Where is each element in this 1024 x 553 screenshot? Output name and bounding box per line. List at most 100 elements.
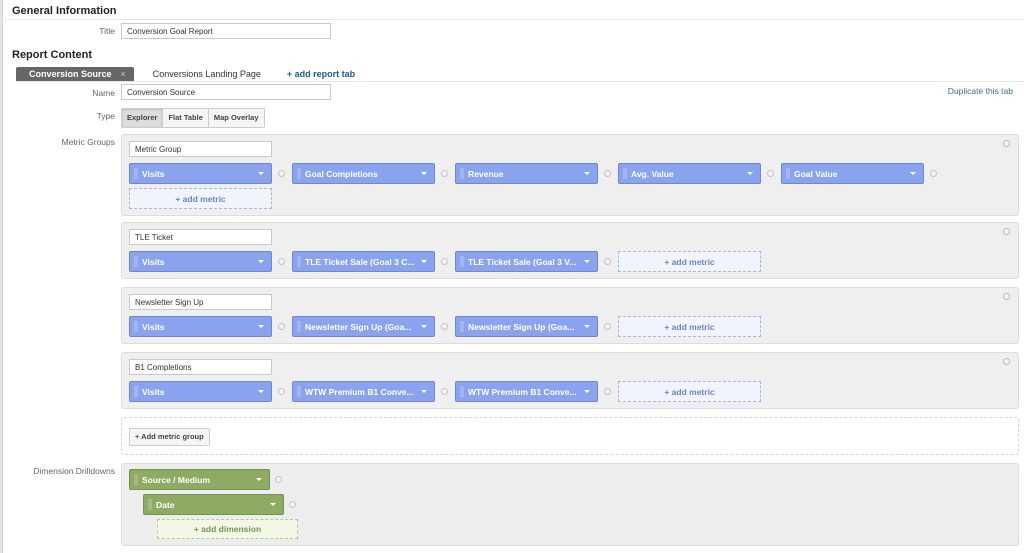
metric-group-name-input[interactable] — [129, 359, 272, 375]
add-dimension-button[interactable]: + add dimension — [157, 519, 298, 539]
remove-metric-icon[interactable] — [278, 388, 285, 395]
remove-metric-icon[interactable] — [767, 170, 774, 177]
remove-metric-icon[interactable] — [441, 170, 448, 177]
remove-metric-icon[interactable] — [930, 170, 937, 177]
remove-group-icon[interactable] — [1003, 140, 1010, 147]
remove-metric-icon[interactable] — [441, 258, 448, 265]
tab-conversions-landing-page[interactable]: Conversions Landing Page — [153, 69, 261, 79]
chevron-down-icon[interactable] — [258, 172, 264, 175]
chevron-down-icon[interactable] — [747, 172, 753, 175]
remove-group-icon[interactable] — [1003, 358, 1010, 365]
type-selector: Explorer Flat Table Map Overlay — [121, 108, 265, 128]
metric-pill[interactable]: WTW Premium B1 Conve... — [455, 381, 598, 402]
drag-handle-icon[interactable] — [460, 386, 464, 397]
metric-pill[interactable]: Goal Completions — [292, 163, 435, 184]
drag-handle-icon[interactable] — [460, 256, 464, 267]
metric-row: Visits Newsletter Sign Up (Goa... Newsle… — [129, 316, 761, 337]
type-label: Type — [96, 111, 115, 121]
remove-metric-icon[interactable] — [604, 323, 611, 330]
metric-group-name-input[interactable] — [129, 229, 272, 245]
metric-pill[interactable]: TLE Ticket Sale (Goal 3 V... — [455, 251, 598, 272]
type-flat-table-button[interactable]: Flat Table — [163, 109, 209, 127]
metric-group-name-input[interactable] — [129, 294, 272, 310]
type-explorer-button[interactable]: Explorer — [122, 109, 164, 127]
dimension-pill[interactable]: Date — [143, 494, 284, 515]
drag-handle-icon[interactable] — [297, 386, 301, 397]
chevron-down-icon[interactable] — [258, 390, 264, 393]
metric-pill[interactable]: Newsletter Sign Up (Goa... — [292, 316, 435, 337]
drag-handle-icon[interactable] — [786, 168, 790, 179]
remove-metric-icon[interactable] — [441, 388, 448, 395]
dimension-pill[interactable]: Source / Medium — [129, 469, 270, 490]
metric-pill[interactable]: Newsletter Sign Up (Goa... — [455, 316, 598, 337]
chevron-down-icon[interactable] — [421, 390, 427, 393]
remove-metric-icon[interactable] — [278, 258, 285, 265]
remove-metric-icon[interactable] — [278, 170, 285, 177]
title-label: Title — [99, 26, 115, 36]
drag-handle-icon[interactable] — [297, 321, 301, 332]
metric-pill[interactable]: Goal Value — [781, 163, 924, 184]
chevron-down-icon[interactable] — [584, 260, 590, 263]
metric-pill[interactable]: Visits — [129, 316, 272, 337]
drag-handle-icon[interactable] — [134, 256, 138, 267]
left-panel-border — [0, 0, 3, 553]
chevron-down-icon[interactable] — [910, 172, 916, 175]
add-metric-button[interactable]: + add metric — [618, 316, 761, 337]
remove-metric-icon[interactable] — [604, 388, 611, 395]
add-metric-button[interactable]: + add metric — [618, 381, 761, 402]
remove-group-icon[interactable] — [1003, 228, 1010, 235]
remove-metric-icon[interactable] — [604, 258, 611, 265]
drag-handle-icon[interactable] — [134, 321, 138, 332]
remove-metric-icon[interactable] — [604, 170, 611, 177]
chevron-down-icon[interactable] — [421, 325, 427, 328]
chevron-down-icon[interactable] — [421, 172, 427, 175]
drag-handle-icon[interactable] — [297, 168, 301, 179]
drag-handle-icon[interactable] — [297, 256, 301, 267]
add-metric-button[interactable]: + add metric — [129, 188, 272, 209]
metric-row: Visits WTW Premium B1 Conve... WTW Premi… — [129, 381, 761, 402]
chevron-down-icon[interactable] — [258, 260, 264, 263]
remove-metric-icon[interactable] — [278, 323, 285, 330]
add-report-tab-link[interactable]: + add report tab — [287, 69, 355, 79]
add-metric-row: + add metric — [129, 188, 272, 209]
chevron-down-icon[interactable] — [256, 478, 262, 481]
metric-pill[interactable]: Visits — [129, 163, 272, 184]
chevron-down-icon[interactable] — [421, 260, 427, 263]
dimension-drilldowns-label: Dimension Drilldowns — [33, 466, 115, 476]
name-input[interactable] — [121, 84, 331, 100]
metric-pill[interactable]: WTW Premium B1 Conve... — [292, 381, 435, 402]
remove-dimension-icon[interactable] — [289, 501, 296, 508]
chevron-down-icon[interactable] — [584, 325, 590, 328]
remove-group-icon[interactable] — [1003, 293, 1010, 300]
duplicate-tab-link[interactable]: Duplicate this tab — [948, 86, 1013, 96]
type-map-overlay-button[interactable]: Map Overlay — [208, 109, 264, 127]
metric-pill[interactable]: Visits — [129, 381, 272, 402]
metric-group: Visits Newsletter Sign Up (Goa... Newsle… — [121, 287, 1019, 344]
metric-pill[interactable]: Avg. Value — [618, 163, 761, 184]
remove-metric-icon[interactable] — [441, 323, 448, 330]
chevron-down-icon[interactable] — [270, 503, 276, 506]
metric-group-name-input[interactable] — [129, 141, 272, 157]
title-input[interactable] — [121, 23, 331, 39]
metric-pill[interactable]: Visits — [129, 251, 272, 272]
tab-conversion-source[interactable]: Conversion Source × — [16, 67, 134, 81]
drag-handle-icon[interactable] — [134, 474, 138, 485]
drag-handle-icon[interactable] — [134, 386, 138, 397]
chevron-down-icon[interactable] — [258, 325, 264, 328]
drag-handle-icon[interactable] — [148, 499, 152, 510]
metric-group: Visits WTW Premium B1 Conve... WTW Premi… — [121, 352, 1019, 409]
remove-dimension-icon[interactable] — [275, 476, 282, 483]
metric-row: Visits Goal Completions Revenue Avg. Val… — [129, 163, 944, 184]
drag-handle-icon[interactable] — [460, 168, 464, 179]
drag-handle-icon[interactable] — [134, 168, 138, 179]
metric-pill[interactable]: Revenue — [455, 163, 598, 184]
chevron-down-icon[interactable] — [584, 172, 590, 175]
chevron-down-icon[interactable] — [584, 390, 590, 393]
drag-handle-icon[interactable] — [623, 168, 627, 179]
metric-group: Visits Goal Completions Revenue Avg. Val… — [121, 134, 1019, 216]
metric-pill[interactable]: TLE Ticket Sale (Goal 3 C... — [292, 251, 435, 272]
close-icon[interactable]: × — [121, 67, 126, 81]
add-metric-group-button[interactable]: + Add metric group — [129, 428, 210, 446]
drag-handle-icon[interactable] — [460, 321, 464, 332]
add-metric-button[interactable]: + add metric — [618, 251, 761, 272]
